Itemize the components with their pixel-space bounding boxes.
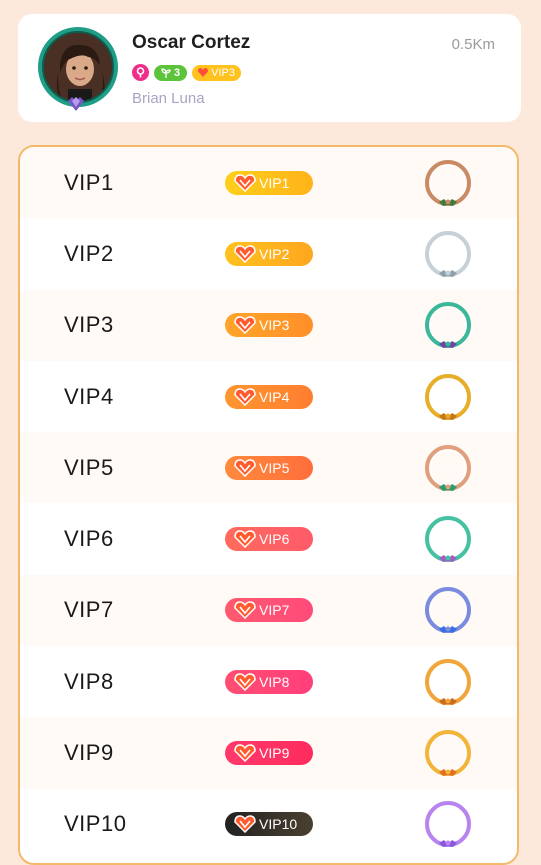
vip-level-badge: VIP7 [225,598,313,623]
avatar-frame-icon [425,801,471,848]
avatar-frame-icon [425,658,471,705]
vip-level-label: VIP6 [64,526,114,552]
avatar-frame-icon [425,159,471,206]
vip-level-badge: VIP10 [225,812,313,837]
heart-gem-icon [234,672,256,691]
vip-level-row[interactable]: VIP1 VIP1 [20,147,517,219]
vip-level-badge: VIP2 [225,241,313,266]
avatar[interactable] [38,27,118,107]
vip-level-label: VIP5 [64,454,114,480]
heart-gem-icon [234,316,256,335]
vip-level-row[interactable]: VIP6 VIP6 [20,503,517,575]
vip-levels-table: VIP1 VIP1 VIP2 VIP2 VIP3 VIP3 VIP4 VIP4 VIP5 VIP5… [18,145,519,865]
vip-level-label: VIP4 [64,383,114,409]
vip-level-badge-label: VIP9 [259,745,290,762]
vip-level-badge-label: VIP8 [259,673,290,690]
heart-gem-icon [234,173,256,192]
vip-level-badge-label: VIP1 [259,174,290,191]
vip-level-label: VIP1 [64,169,114,195]
avatar-frame-icon [425,230,471,277]
vip-level-label: VIP7 [64,597,114,623]
heart-gem-icon [234,530,256,549]
vip-badge: VIP3 [192,64,241,81]
heart-gem-icon [234,601,256,620]
profile-name: Oscar Cortez [132,32,251,53]
vip-level-badge-label: VIP4 [259,388,290,405]
vip-level-badge: VIP6 [225,527,313,552]
vip-level-label: VIP9 [64,740,114,766]
avatar-frame-icon [425,516,471,563]
vip-level-row[interactable]: VIP9 VIP9 [20,717,517,789]
profile-subtitle: Brian Luna [132,90,205,107]
vip-level-row[interactable]: VIP7 VIP7 [20,574,517,647]
heart-gem-icon [198,68,209,77]
vip-level-badge-label: VIP2 [259,245,290,262]
sprout-icon [161,67,171,78]
vip-badge-label: VIP3 [211,66,235,79]
avatar-frame-gem-icon [68,97,84,111]
heart-gem-icon [234,815,256,834]
vip-level-label: VIP8 [64,668,114,694]
vip-level-label: VIP10 [64,811,127,837]
vip-level-badge: VIP4 [225,384,313,409]
vip-level-badge: VIP3 [225,313,313,338]
vip-level-row[interactable]: VIP4 VIP4 [20,360,517,433]
vip-level-label: VIP3 [64,312,114,338]
vip-level-badge: VIP8 [225,669,313,694]
avatar-frame-icon [425,373,471,420]
level-badge-value: 3 [174,66,181,79]
heart-gem-icon [234,744,256,763]
profile-badges: 3 VIP3 [132,64,241,81]
vip-level-badge-label: VIP6 [259,531,290,548]
vip-level-badge-label: VIP3 [259,317,290,334]
vip-level-label: VIP2 [64,240,114,266]
vip-level-row[interactable]: VIP10 VIP10 [20,788,517,860]
level-badge: 3 [154,64,188,81]
avatar-frame-icon [425,444,471,491]
vip-level-badge-label: VIP7 [259,602,290,619]
vip-level-row[interactable]: VIP5 VIP5 [20,432,517,504]
vip-level-row[interactable]: VIP8 VIP8 [20,646,517,718]
vip-level-badge-label: VIP5 [259,459,290,476]
avatar-frame-icon [425,730,471,777]
profile-card[interactable]: Oscar Cortez 0.5Km 3 VIP3 Brian Luna [18,14,521,122]
female-icon [132,64,149,81]
avatar-frame-icon [425,587,471,634]
vip-level-row[interactable]: VIP3 VIP3 [20,289,517,361]
heart-gem-icon [234,387,256,406]
vip-level-badge: VIP1 [225,170,313,195]
vip-level-badge: VIP5 [225,455,313,480]
heart-gem-icon [234,459,256,477]
vip-level-badge: VIP9 [225,741,313,766]
heart-gem-icon [234,245,256,263]
distance-label: 0.5Km [451,36,495,53]
vip-level-badge-label: VIP10 [259,816,298,833]
avatar-frame-icon [425,302,471,349]
vip-level-row[interactable]: VIP2 VIP2 [20,218,517,290]
